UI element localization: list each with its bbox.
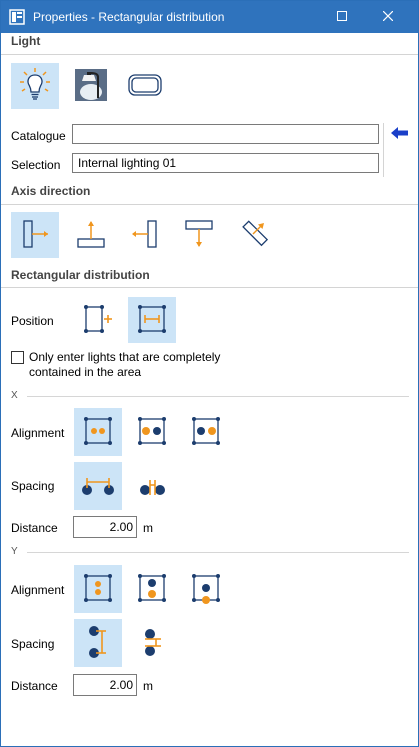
axis-diagonal-icon: [236, 217, 270, 254]
y-distance-label: Distance: [11, 679, 58, 693]
y-spacing-label: Spacing: [11, 637, 55, 651]
spacing-edge-icon: [80, 468, 116, 505]
arrow-left-icon[interactable]: [390, 125, 410, 141]
close-icon: [382, 10, 394, 24]
selection-label: Selection: [11, 158, 61, 172]
x-spacing-edge-button[interactable]: [74, 462, 122, 510]
contained-lights-checkbox[interactable]: [11, 351, 24, 364]
y-spacing-edge-button[interactable]: [74, 619, 122, 667]
spacing-gap-icon: [134, 468, 170, 505]
y-spacing-gap-button[interactable]: [128, 619, 176, 667]
axis-direction-heading: Axis direction: [11, 184, 91, 198]
y-distance-field[interactable]: 2.00: [73, 674, 137, 696]
rectangular-distribution-heading: Rectangular distribution: [11, 268, 150, 282]
catalogue-field[interactable]: [72, 124, 379, 144]
x-distance-label: Distance: [11, 521, 58, 535]
spacing-edge-vertical-icon: [81, 624, 115, 663]
wall-lamp-icon: [74, 68, 108, 105]
axis-right-icon: [18, 217, 52, 254]
align-right-icon: [189, 414, 223, 451]
panel-light-icon: [128, 73, 162, 99]
axis-down-button[interactable]: [175, 212, 223, 258]
selection-field[interactable]: [72, 153, 379, 173]
position-outside-button[interactable]: [73, 297, 121, 343]
y-alignment-top-button[interactable]: [182, 565, 230, 613]
light-type-panel-button[interactable]: [121, 63, 169, 109]
y-group-label: Y: [11, 546, 18, 557]
x-alignment-left-button[interactable]: [128, 408, 176, 456]
position-outside-icon: [80, 302, 114, 339]
axis-up-icon: [74, 217, 108, 254]
properties-icon: [9, 9, 25, 25]
divider: [383, 123, 384, 177]
x-alignment-right-button[interactable]: [182, 408, 230, 456]
maximize-icon: [337, 10, 347, 24]
position-inside-button[interactable]: [128, 297, 176, 343]
y-alignment-label: Alignment: [11, 583, 65, 597]
x-distance-unit: m: [143, 521, 153, 535]
align-left-icon: [135, 414, 169, 451]
properties-window: Properties - Rectangular distribution Li…: [0, 0, 419, 747]
position-label: Position: [11, 314, 54, 328]
catalogue-label: Catalogue: [11, 129, 66, 143]
axis-right-button[interactable]: [11, 212, 59, 258]
axis-down-icon: [182, 217, 216, 254]
spacing-gap-vertical-icon: [135, 624, 169, 663]
x-alignment-center-button[interactable]: [74, 408, 122, 456]
x-spacing-label: Spacing: [11, 479, 55, 493]
maximize-button[interactable]: [319, 1, 365, 33]
x-spacing-gap-button[interactable]: [128, 462, 176, 510]
align-edge-bottom-icon: [189, 571, 223, 608]
divider: [1, 204, 418, 205]
axis-diagonal-button[interactable]: [229, 212, 277, 258]
y-distance-unit: m: [143, 679, 153, 693]
position-inside-icon: [135, 302, 169, 339]
y-alignment-center-button[interactable]: [74, 565, 122, 613]
divider: [27, 396, 409, 397]
divider: [1, 287, 418, 288]
axis-left-icon: [128, 217, 162, 254]
divider: [1, 54, 418, 55]
align-middle-icon: [81, 571, 115, 608]
contained-lights-label: Only enter lights that are completely co…: [29, 350, 221, 379]
light-heading: Light: [11, 34, 41, 48]
axis-up-button[interactable]: [67, 212, 115, 258]
divider: [27, 552, 409, 553]
align-center-icon: [81, 414, 115, 451]
align-bottom-icon: [135, 571, 169, 608]
x-alignment-label: Alignment: [11, 426, 65, 440]
light-type-bulb-button[interactable]: [11, 63, 59, 109]
x-group-label: X: [11, 390, 18, 401]
close-button[interactable]: [365, 1, 411, 33]
x-distance-field[interactable]: 2.00: [73, 516, 137, 538]
title-bar: Properties - Rectangular distribution: [1, 1, 418, 33]
bulb-light-icon: [19, 67, 51, 106]
y-alignment-bottom-button[interactable]: [128, 565, 176, 613]
light-type-wall-lamp-button[interactable]: [67, 63, 115, 109]
window-title: Properties - Rectangular distribution: [33, 10, 225, 24]
axis-left-button[interactable]: [121, 212, 169, 258]
